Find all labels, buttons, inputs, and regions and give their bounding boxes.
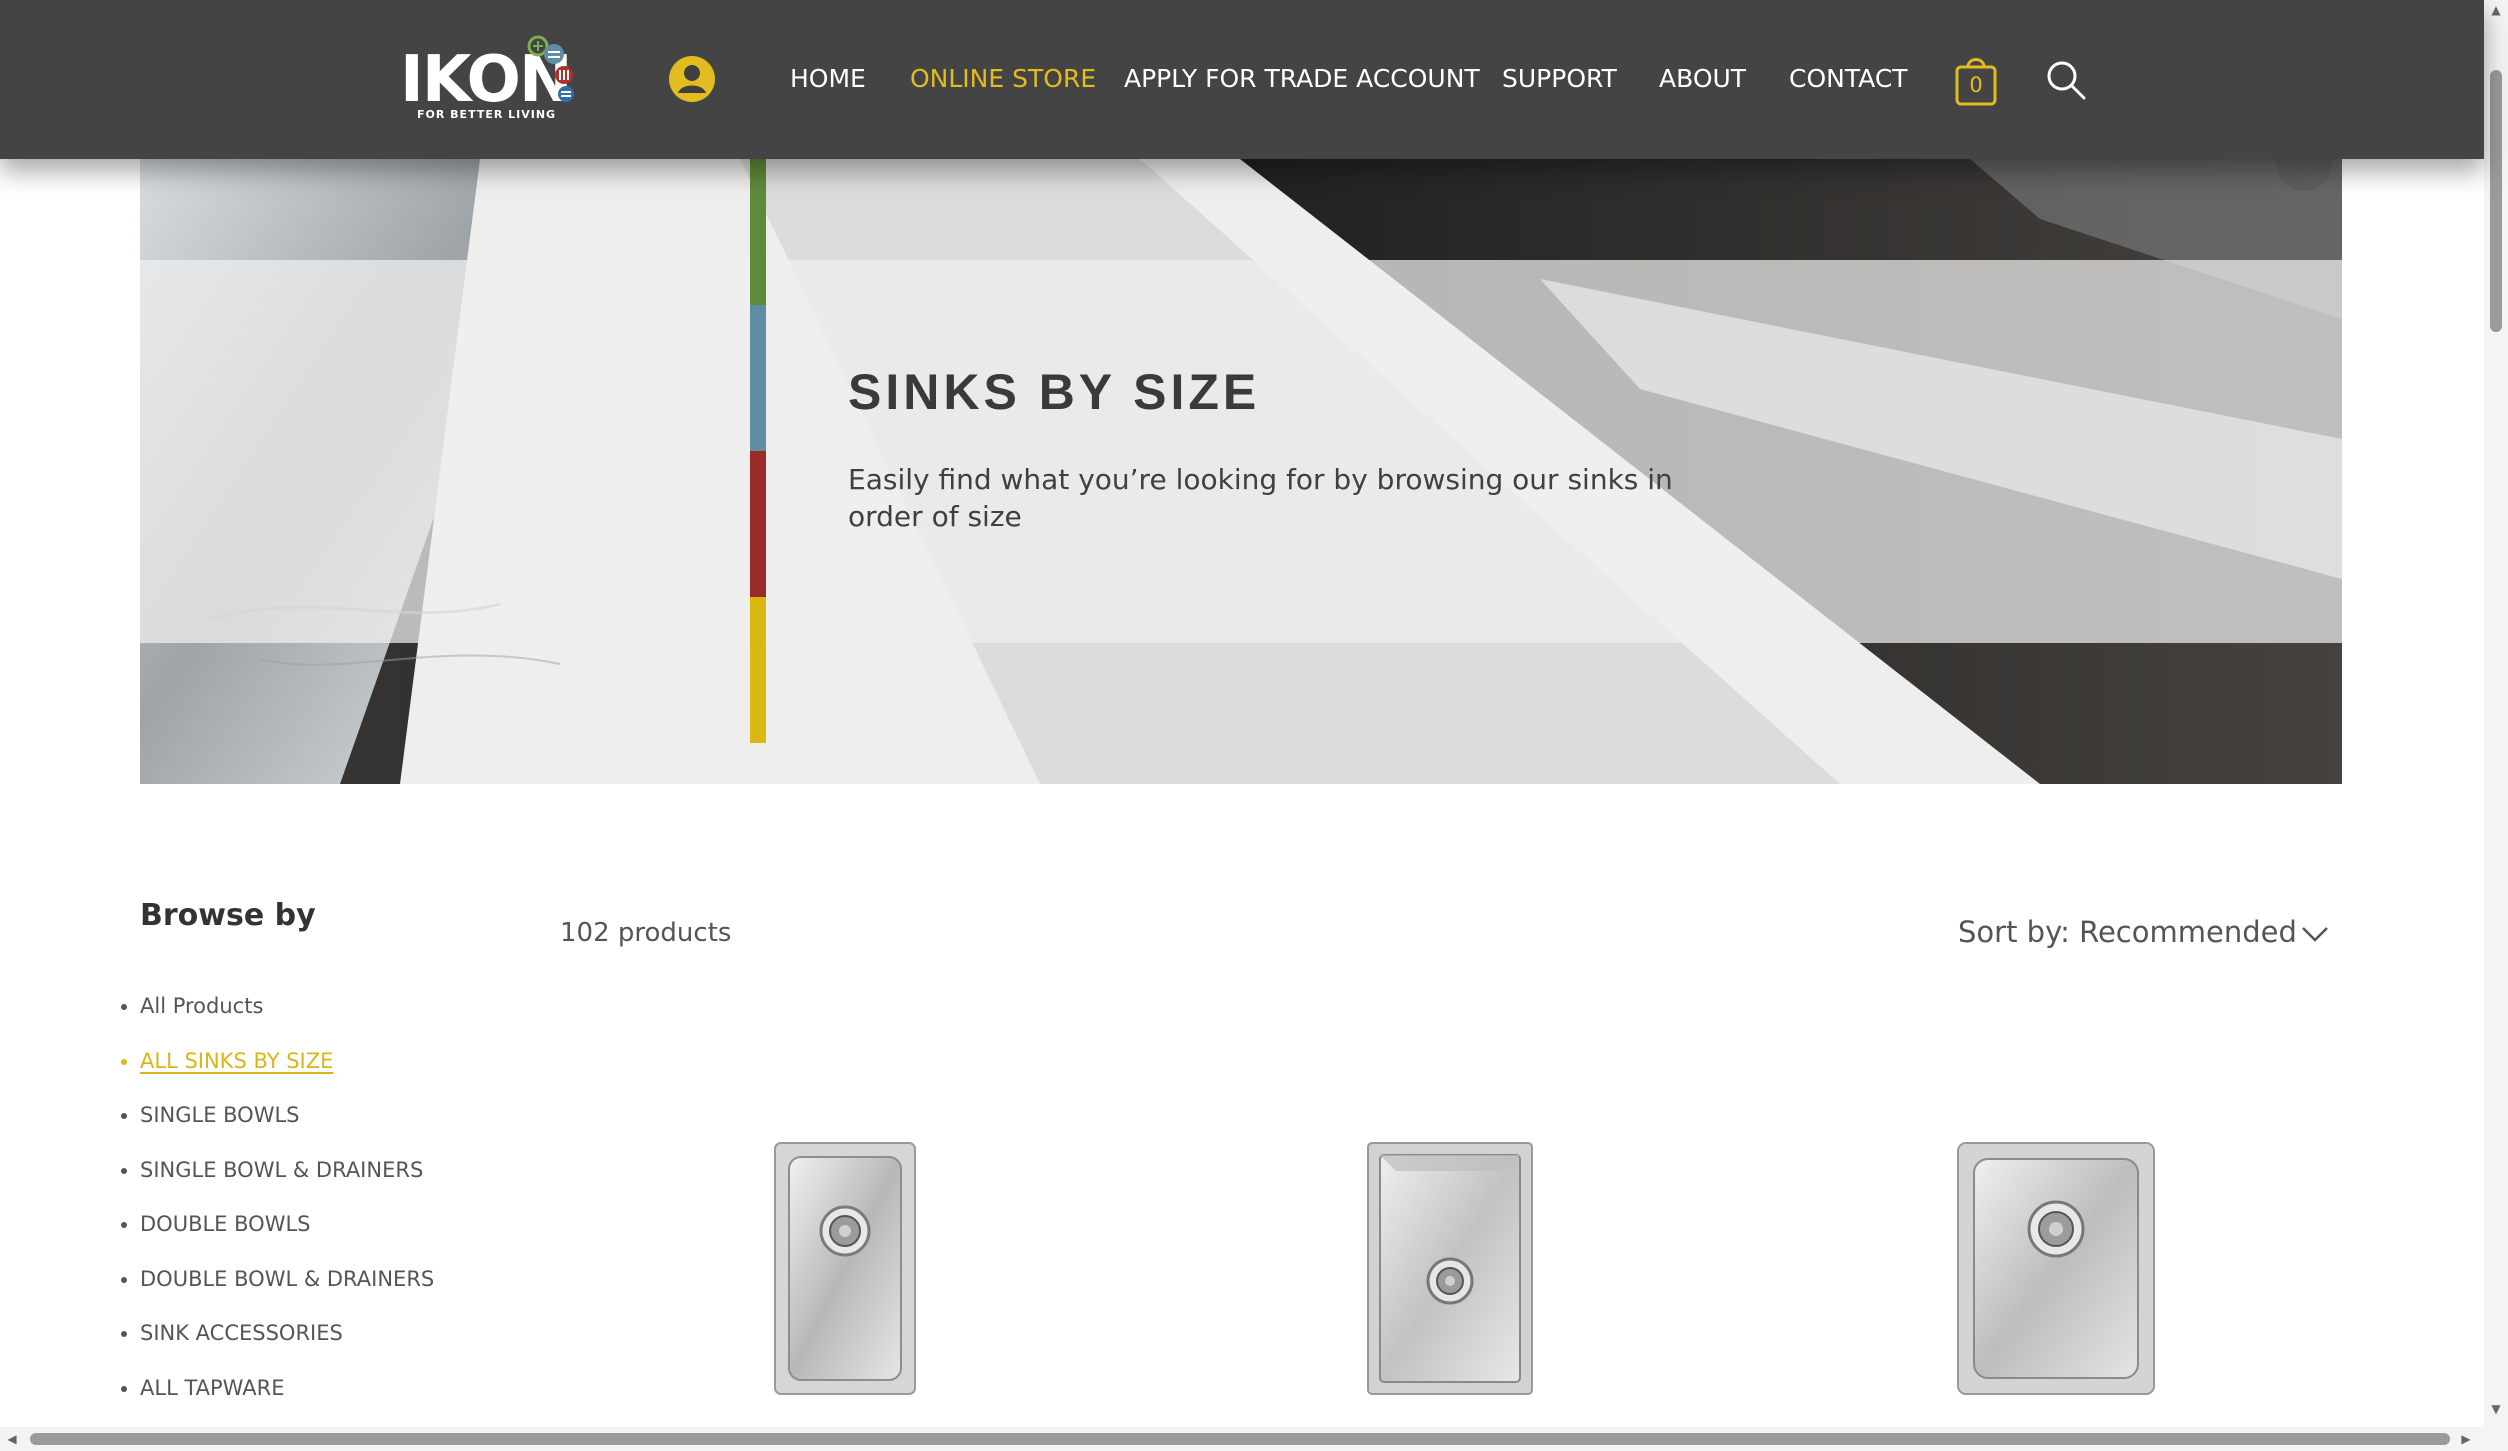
scrollbar-corner bbox=[2484, 1427, 2508, 1451]
category-single-bowl-drainers[interactable]: SINGLE BOWL & DRAINERS bbox=[140, 1158, 423, 1182]
browse-by-heading: Browse by bbox=[140, 898, 316, 933]
product-card[interactable] bbox=[1366, 1141, 1534, 1396]
scroll-left-icon[interactable]: ◀ bbox=[6, 1433, 18, 1445]
nav-about[interactable]: ABOUT bbox=[1659, 62, 1746, 96]
category-double-bowls[interactable]: DOUBLE BOWLS bbox=[140, 1212, 310, 1236]
page-title: SINKS BY SIZE bbox=[848, 364, 1261, 420]
user-icon[interactable] bbox=[668, 55, 716, 103]
color-stripe bbox=[750, 159, 766, 743]
horizontal-scrollbar[interactable]: ◀ ▶ bbox=[0, 1427, 2484, 1451]
scroll-down-icon[interactable]: ▼ bbox=[2490, 1403, 2502, 1415]
stripe-red bbox=[750, 451, 766, 597]
product-count: 102 products bbox=[560, 918, 732, 948]
cart-button[interactable]: 0 bbox=[1953, 53, 1999, 107]
nav-online-store[interactable]: ONLINE STORE bbox=[910, 62, 1096, 96]
hero-text-panel bbox=[140, 260, 2342, 643]
scroll-right-icon[interactable]: ▶ bbox=[2460, 1433, 2472, 1445]
category-all-tapware[interactable]: ALL TAPWARE bbox=[140, 1376, 285, 1400]
stripe-blue bbox=[750, 305, 766, 451]
nav-home[interactable]: HOME bbox=[790, 62, 866, 96]
sink-image bbox=[1367, 1142, 1533, 1395]
sink-image bbox=[774, 1142, 916, 1395]
ikon-logo[interactable]: IKON FOR BETTER LIVING bbox=[400, 34, 590, 126]
horizontal-scroll-thumb[interactable] bbox=[30, 1433, 2450, 1445]
logo-emblem-icon bbox=[527, 35, 574, 102]
category-all-products[interactable]: All Products bbox=[140, 994, 263, 1018]
sink-image bbox=[1957, 1142, 2155, 1395]
search-icon[interactable] bbox=[2044, 58, 2088, 102]
product-card[interactable] bbox=[1956, 1141, 2156, 1396]
vertical-scrollbar[interactable]: ▲ ▼ bbox=[2484, 0, 2508, 1427]
nav-support[interactable]: SUPPORT bbox=[1502, 62, 1617, 96]
nav-apply-trade-account[interactable]: APPLY FOR TRADE ACCOUNT bbox=[1124, 62, 1480, 96]
scroll-up-icon[interactable]: ▲ bbox=[2490, 4, 2502, 16]
cart-count: 0 bbox=[1969, 73, 1983, 97]
stripe-yellow bbox=[750, 597, 766, 743]
category-single-bowls[interactable]: SINGLE BOWLS bbox=[140, 1103, 300, 1127]
category-sink-accessories[interactable]: SINK ACCESSORIES bbox=[140, 1321, 343, 1345]
sort-dropdown[interactable]: Sort by: Recommended bbox=[1958, 915, 2328, 955]
logo-tagline: FOR BETTER LIVING bbox=[417, 108, 557, 121]
vertical-scroll-thumb[interactable] bbox=[2490, 70, 2502, 332]
page-subtitle: Easily find what you’re looking for by b… bbox=[848, 463, 1673, 533]
sort-label: Sort by: Recommended bbox=[1958, 915, 2297, 949]
hero-banner: SINKS BY SIZE Easily find what you’re lo… bbox=[140, 159, 2342, 784]
category-all-sinks-by-size[interactable]: ALL SINKS BY SIZE bbox=[140, 1049, 333, 1073]
site-header: IKON FOR BETTER LIVING HOME ONLINE STORE… bbox=[0, 0, 2484, 159]
stripe-green bbox=[750, 159, 766, 305]
nav-contact[interactable]: CONTACT bbox=[1789, 62, 1908, 96]
product-card[interactable] bbox=[773, 1141, 917, 1396]
chevron-down-icon bbox=[2302, 927, 2328, 942]
category-double-bowl-drainers[interactable]: DOUBLE BOWL & DRAINERS bbox=[140, 1267, 434, 1291]
